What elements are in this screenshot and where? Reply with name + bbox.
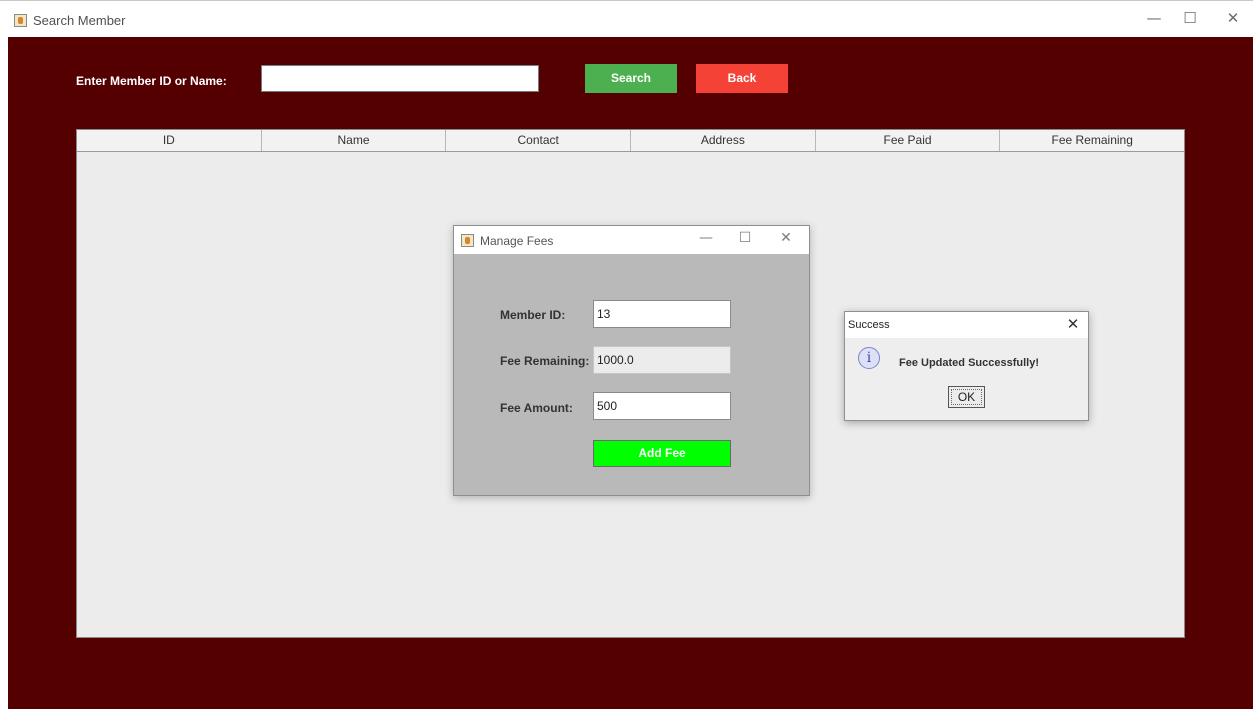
add-fee-button[interactable]: Add Fee <box>593 440 731 467</box>
maximize-icon[interactable]: ☐ <box>1178 9 1202 27</box>
close-icon[interactable]: ✕ <box>776 230 796 246</box>
close-icon[interactable]: ✕ <box>1064 315 1082 333</box>
maximize-icon[interactable]: ☐ <box>735 230 755 246</box>
minimize-icon[interactable]: — <box>696 230 716 246</box>
window-title: Search Member <box>33 13 126 28</box>
column-header-fee-paid[interactable]: Fee Paid <box>816 130 1001 151</box>
search-button[interactable]: Search <box>585 64 677 93</box>
success-titlebar: Success ✕ <box>845 312 1088 338</box>
back-button[interactable]: Back <box>696 64 788 93</box>
manage-fees-titlebar: Manage Fees — ☐ ✕ <box>454 226 809 254</box>
manage-fees-dialog: Manage Fees — ☐ ✕ Member ID: Fee Remaini… <box>453 225 810 496</box>
fee-remaining-label: Fee Remaining: <box>500 354 590 368</box>
fee-remaining-field <box>593 346 731 374</box>
table-header: ID Name Contact Address Fee Paid Fee Rem… <box>77 130 1184 152</box>
manage-fees-title: Manage Fees <box>480 234 554 248</box>
success-message: Fee Updated Successfully! <box>899 357 1039 369</box>
member-id-label: Member ID: <box>500 308 566 322</box>
column-header-contact[interactable]: Contact <box>446 130 632 151</box>
column-header-id[interactable]: ID <box>77 130 262 151</box>
java-app-icon <box>14 14 27 27</box>
success-dialog: Success ✕ i Fee Updated Successfully! OK <box>844 311 1089 421</box>
success-title: Success <box>848 319 890 331</box>
column-header-fee-remaining[interactable]: Fee Remaining <box>1000 130 1184 151</box>
search-input[interactable] <box>261 65 539 92</box>
column-header-address[interactable]: Address <box>631 130 816 151</box>
fee-amount-field[interactable] <box>593 392 731 420</box>
ok-button[interactable]: OK <box>948 386 985 408</box>
window-titlebar: Search Member — ☐ ✕ <box>0 0 1253 37</box>
search-label: Enter Member ID or Name: <box>76 74 227 88</box>
minimize-icon[interactable]: — <box>1142 9 1166 27</box>
information-icon: i <box>858 347 880 369</box>
java-app-icon <box>461 234 474 247</box>
member-id-field[interactable] <box>593 300 731 328</box>
close-icon[interactable]: ✕ <box>1221 9 1245 27</box>
fee-amount-label: Fee Amount: <box>500 401 573 415</box>
column-header-name[interactable]: Name <box>262 130 447 151</box>
